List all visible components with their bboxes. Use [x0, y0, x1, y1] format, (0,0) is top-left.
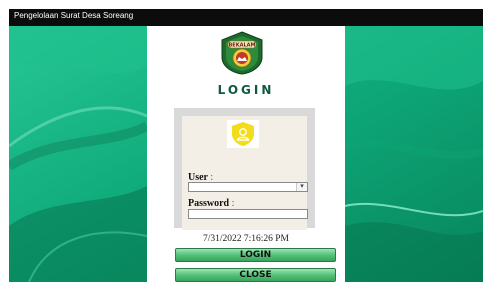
login-window: Pengelolaan Surat Desa Soreang BEKALAM L… — [9, 9, 483, 282]
password-label: Password : — [188, 198, 234, 209]
title-bar: Pengelolaan Surat Desa Soreang — [9, 9, 483, 26]
chevron-down-icon[interactable]: ▾ — [296, 183, 307, 191]
password-input[interactable] — [188, 209, 308, 219]
window-title: Pengelolaan Surat Desa Soreang — [14, 11, 134, 20]
login-form-inner: User : ▾ Password : — [182, 116, 308, 230]
user-icon-container — [227, 120, 259, 148]
password-label-text: Password — [188, 198, 230, 209]
close-button[interactable]: CLOSE — [175, 268, 336, 282]
logo-banner-text: BEKALAM — [228, 43, 255, 49]
user-select[interactable]: ▾ — [188, 182, 308, 192]
emblem-logo: BEKALAM — [221, 31, 263, 75]
password-label-colon: : — [231, 198, 235, 209]
login-form-box: User : ▾ Password : — [174, 108, 315, 230]
datetime-display: 7/31/2022 7:16:26 PM — [202, 234, 290, 244]
login-heading: LOGIN — [217, 83, 275, 97]
login-panel: BEKALAM LOGIN User : ▾ Password: 7/31/2… — [147, 26, 345, 282]
user-icon — [232, 122, 254, 146]
login-button[interactable]: LOGIN — [175, 248, 336, 262]
